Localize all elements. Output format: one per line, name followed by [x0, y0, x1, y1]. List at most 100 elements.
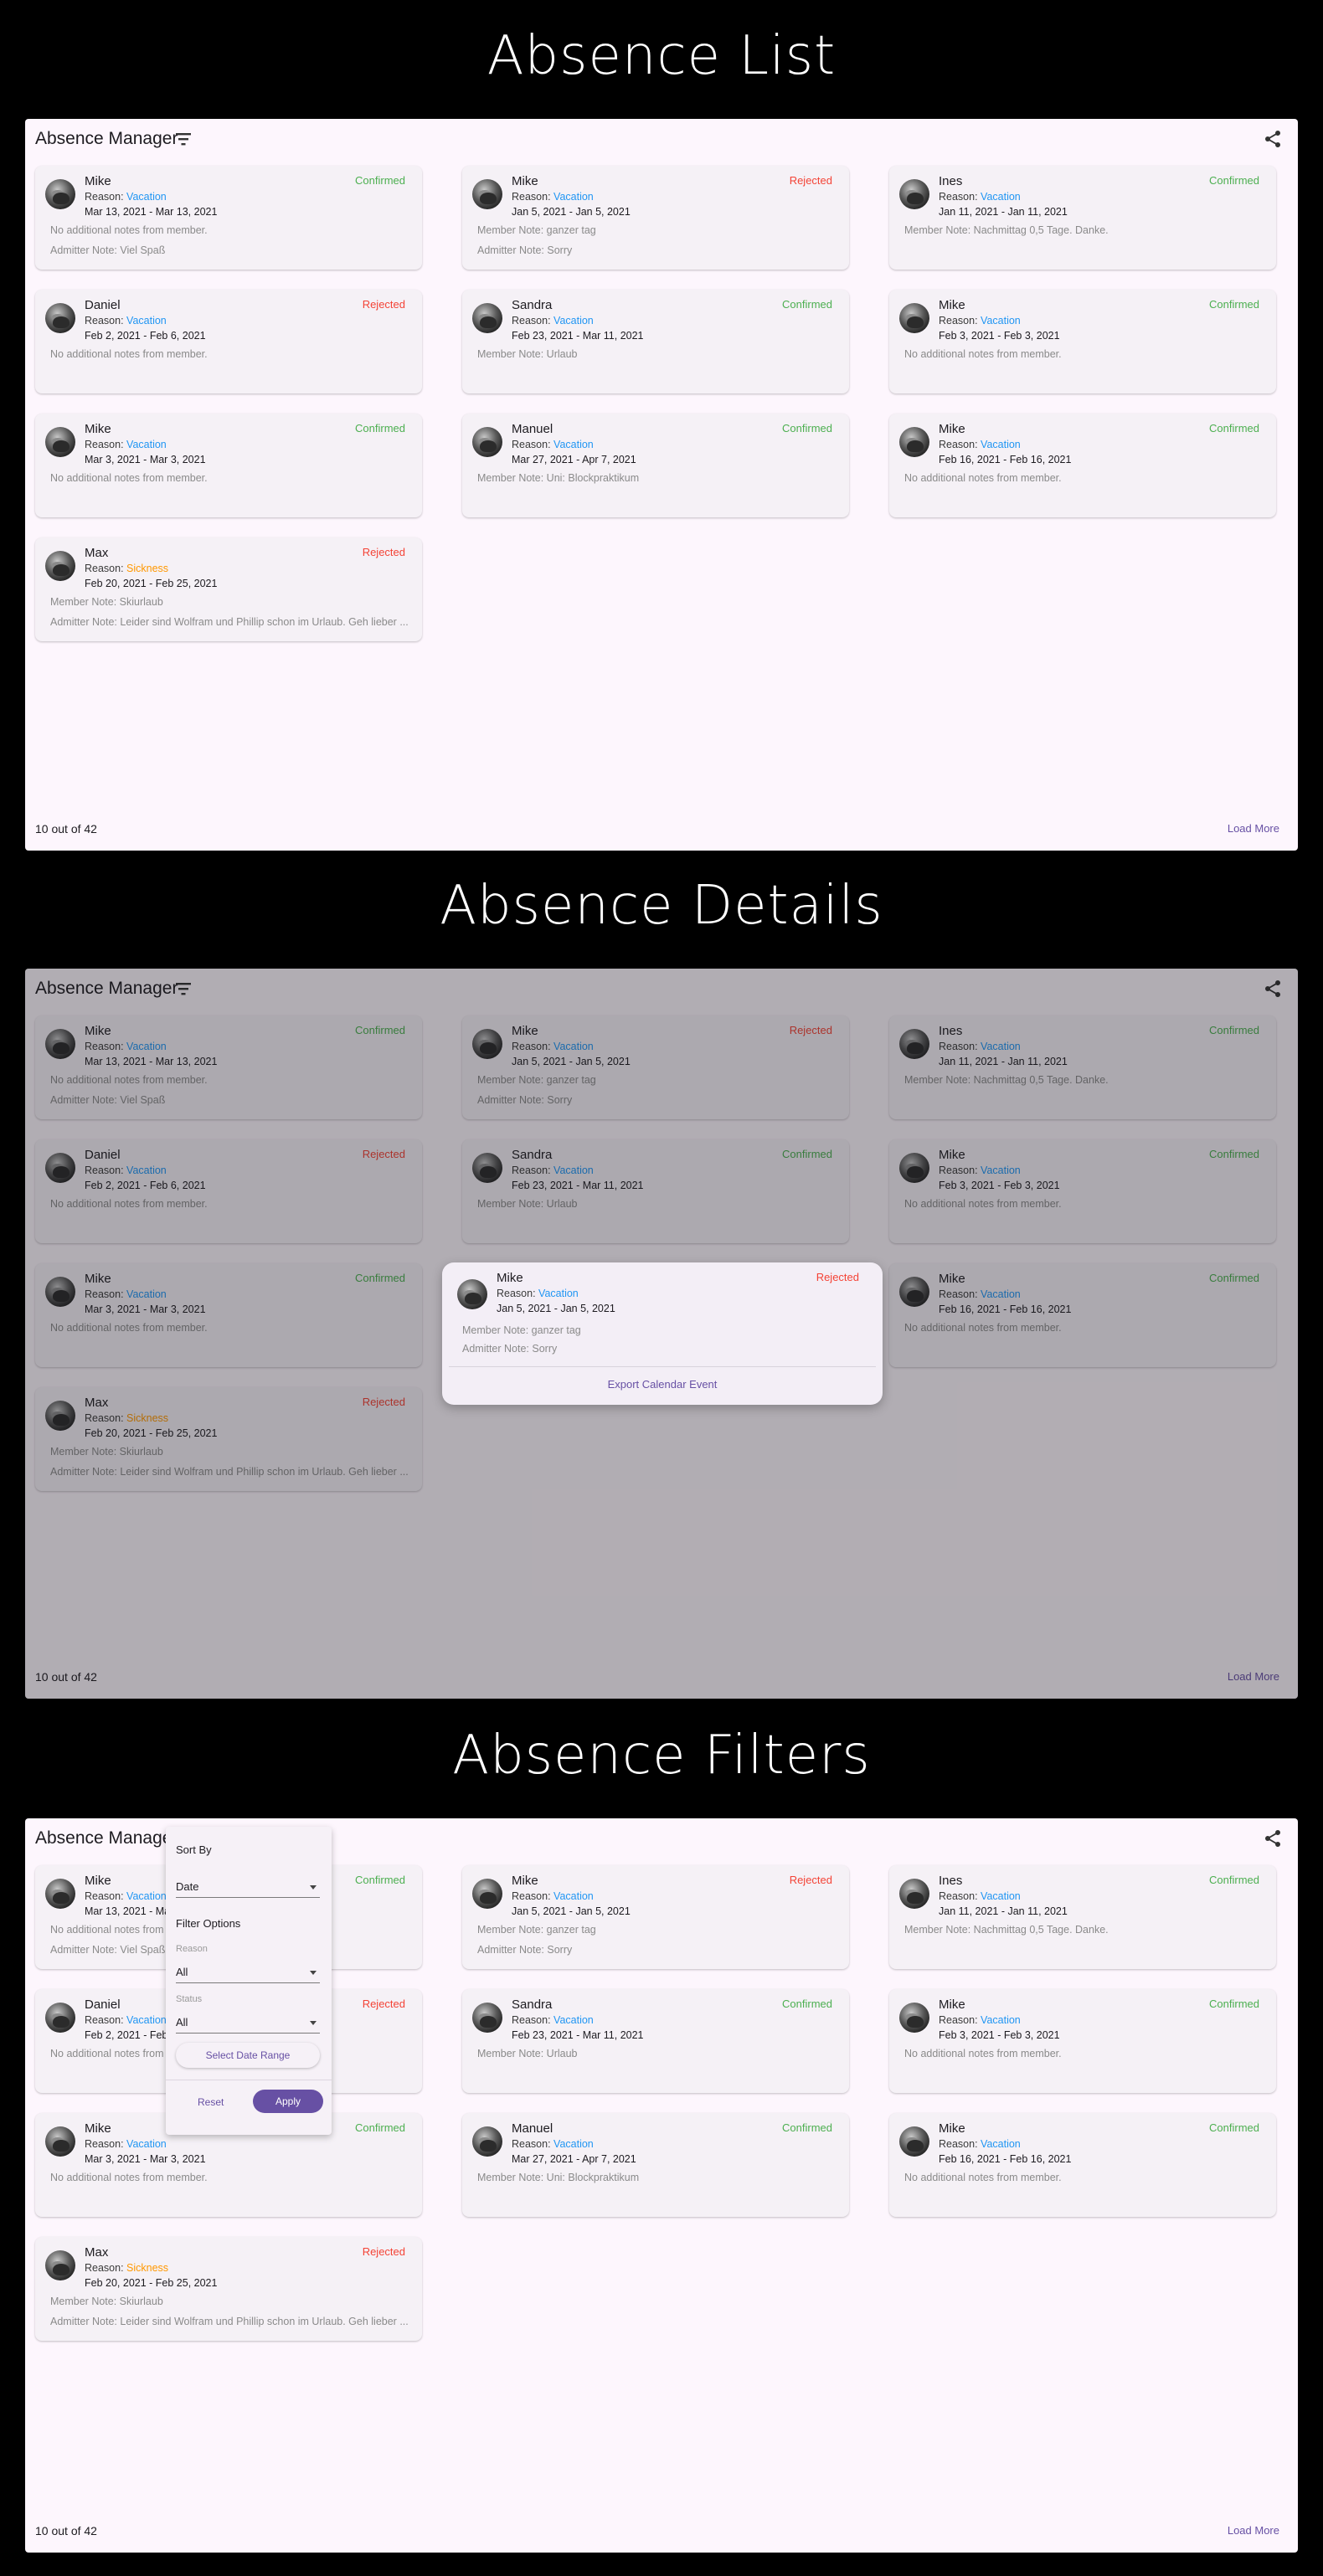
status-label: Status	[176, 1994, 203, 2004]
avatar	[472, 2126, 502, 2157]
reason-prefix: Reason:	[512, 439, 554, 450]
status-badge: Rejected	[789, 1874, 832, 1886]
member-note: Member Note: ganzer tag	[477, 1924, 596, 1936]
app-bar: Absence Manager	[25, 119, 1298, 159]
reason-value: Vacation	[126, 439, 167, 450]
member-note: Member Note: Nachmittag 0,5 Tage. Danke.	[904, 224, 1109, 236]
chevron-down-icon	[310, 2021, 317, 2025]
status-badge: Rejected	[362, 2245, 405, 2258]
absence-card[interactable]: Mike Reason: Vacation Feb 16, 2021 - Feb…	[889, 2113, 1276, 2217]
section-title-filters: Absence Filters	[452, 1725, 871, 1787]
member-name: Max	[85, 546, 109, 560]
reason-line: Reason: Vacation	[512, 1890, 594, 1902]
absence-card[interactable]: Mike Reason: Vacation Jan 5, 2021 - Jan …	[462, 166, 849, 270]
date-range: Feb 16, 2021 - Feb 16, 2021	[939, 454, 1072, 465]
reason-value: Vacation	[126, 2138, 167, 2150]
absence-card[interactable]: Ines Reason: Vacation Jan 11, 2021 - Jan…	[889, 1865, 1276, 1969]
status-value: All	[176, 2016, 188, 2028]
reason-value: Sickness	[126, 563, 169, 574]
reason-prefix: Reason:	[512, 2138, 554, 2150]
results-count: 10 out of 42	[35, 822, 97, 836]
absence-card[interactable]: Mike Reason: Vacation Feb 16, 2021 - Feb…	[889, 414, 1276, 517]
reason-line: Reason: Vacation	[85, 315, 167, 326]
member-name: Mike	[512, 174, 538, 188]
reason-prefix: Reason:	[85, 1890, 127, 1902]
export-calendar-event-button[interactable]: Export Calendar Event	[442, 1378, 883, 1391]
date-range: Feb 16, 2021 - Feb 16, 2021	[939, 2153, 1072, 2165]
load-more-button[interactable]: Load More	[1228, 822, 1279, 835]
absence-card[interactable]: Max Reason: Sickness Feb 20, 2021 - Feb …	[35, 2237, 422, 2341]
share-icon[interactable]	[1263, 129, 1283, 149]
absence-card[interactable]: Mike Reason: Vacation Mar 3, 2021 - Mar …	[35, 414, 422, 517]
avatar	[45, 179, 75, 209]
filter-list-icon[interactable]	[174, 131, 193, 147]
member-note: Member Note: Urlaub	[477, 2048, 578, 2059]
sort-by-label: Sort By	[176, 1843, 212, 1856]
absence-card[interactable]: Mike Reason: Vacation Jan 5, 2021 - Jan …	[462, 1865, 849, 1969]
status-badge: Rejected	[362, 546, 405, 558]
absence-card[interactable]: Mike Reason: Vacation Feb 3, 2021 - Feb …	[889, 1989, 1276, 2093]
reason-value: Vacation	[981, 191, 1021, 203]
load-more-button[interactable]: Load More	[1228, 2524, 1279, 2537]
avatar	[45, 551, 75, 581]
reason-line: Reason: Vacation	[85, 2138, 167, 2150]
absence-card[interactable]: Daniel Reason: Vacation Feb 2, 2021 - Fe…	[35, 290, 422, 393]
avatar	[45, 1879, 75, 1909]
status-dropdown[interactable]: All	[176, 2014, 320, 2034]
date-range: Jan 11, 2021 - Jan 11, 2021	[939, 206, 1068, 218]
member-note: No additional notes from member.	[50, 224, 208, 236]
absence-card[interactable]: Sandra Reason: Vacation Feb 23, 2021 - M…	[462, 290, 849, 393]
reason-line: Reason: Vacation	[939, 1890, 1021, 1902]
absence-card[interactable]: Sandra Reason: Vacation Feb 23, 2021 - M…	[462, 1989, 849, 2093]
reason-value: Vacation	[553, 191, 594, 203]
reason-prefix: Reason:	[85, 2262, 127, 2274]
absence-card[interactable]: Mike Reason: Vacation Mar 13, 2021 - Mar…	[35, 166, 422, 270]
absence-card[interactable]: Mike Reason: Vacation Feb 3, 2021 - Feb …	[889, 290, 1276, 393]
member-name: Mike	[939, 422, 965, 436]
reason-value: Vacation	[981, 2138, 1021, 2150]
sort-by-dropdown[interactable]: Date	[176, 1879, 320, 1898]
apply-button[interactable]: Apply	[253, 2090, 323, 2113]
reason-value: Vacation	[538, 1288, 579, 1299]
share-icon[interactable]	[1263, 1828, 1283, 1848]
reason-prefix: Reason:	[512, 191, 554, 203]
member-note: Member Note: ganzer tag	[462, 1324, 581, 1336]
absence-card[interactable]: Manuel Reason: Vacation Mar 27, 2021 - A…	[462, 414, 849, 517]
absence-details-dialog: Mike Reason: Vacation Jan 5, 2021 - Jan …	[442, 1262, 883, 1405]
absence-card[interactable]: Manuel Reason: Vacation Mar 27, 2021 - A…	[462, 2113, 849, 2217]
status-badge: Confirmed	[1209, 422, 1259, 434]
member-name: Mike	[497, 1271, 523, 1285]
reason-value: Vacation	[553, 315, 594, 326]
absence-card[interactable]: Ines Reason: Vacation Jan 11, 2021 - Jan…	[889, 166, 1276, 270]
section-title-details: Absence Details	[440, 875, 883, 937]
member-note: Member Note: ganzer tag	[477, 224, 596, 236]
reason-prefix: Reason:	[85, 191, 127, 203]
reason-line: Reason: Vacation	[85, 439, 167, 450]
member-note: No additional notes from member.	[904, 2172, 1062, 2183]
member-note: No additional notes from member.	[904, 472, 1062, 484]
reason-line: Reason: Vacation	[939, 315, 1021, 326]
member-note: Member Note: Skiurlaub	[50, 596, 163, 608]
date-range: Feb 20, 2021 - Feb 25, 2021	[85, 2277, 218, 2289]
reset-button[interactable]: Reset	[198, 2096, 224, 2108]
reason-value: Vacation	[126, 315, 167, 326]
reason-line: Reason: Vacation	[497, 1288, 579, 1299]
reason-prefix: Reason:	[939, 2138, 981, 2150]
member-name: Mike	[939, 2121, 965, 2136]
avatar	[472, 1879, 502, 1909]
member-name: Daniel	[85, 1998, 121, 2012]
filter-options-label: Filter Options	[176, 1917, 241, 1930]
sort-by-value: Date	[176, 1880, 199, 1893]
status-badge: Rejected	[362, 298, 405, 311]
reason-dropdown[interactable]: All	[176, 1964, 320, 1983]
status-badge: Confirmed	[1209, 298, 1259, 311]
reason-prefix: Reason:	[85, 563, 127, 574]
avatar	[45, 427, 75, 457]
member-name: Ines	[939, 174, 963, 188]
member-name: Mike	[85, 174, 111, 188]
absence-card[interactable]: Max Reason: Sickness Feb 20, 2021 - Feb …	[35, 537, 422, 641]
status-badge: Confirmed	[782, 1998, 832, 2010]
select-date-range-button[interactable]: Select Date Range	[176, 2043, 320, 2068]
date-range: Feb 2, 2021 - Feb 6, 2021	[85, 330, 206, 342]
member-name: Daniel	[85, 298, 121, 312]
